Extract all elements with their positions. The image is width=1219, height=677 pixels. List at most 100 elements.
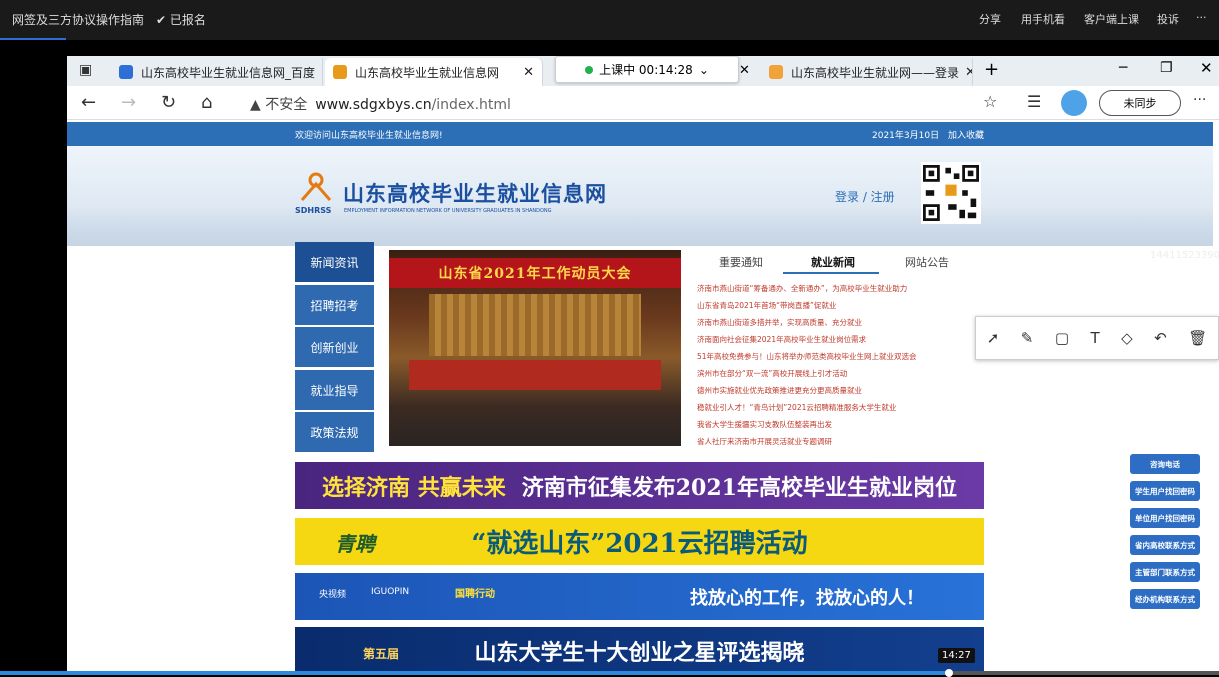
close-icon[interactable]: ✕ (315, 65, 322, 80)
banner-slogan: 选择济南 共赢未来 (322, 474, 506, 501)
news-item[interactable]: 省人社厅来济南市开展灵活就业专题调研 (697, 436, 832, 447)
tab-site-announcement[interactable]: 网站公告 (905, 254, 949, 270)
undo-icon[interactable]: ↶ (1154, 329, 1167, 347)
news-item[interactable]: 济南市燕山街道“筹备通办、全新通办”，为高校毕业生就业助力 (697, 283, 907, 294)
complaint-button[interactable]: 投诉 (1157, 11, 1179, 27)
iguopin-logo: IGUOPIN (371, 587, 410, 597)
tab-sdgxbys[interactable]: 山东高校毕业生就业信息网 ✕ (325, 58, 543, 86)
url-domain: www.sdgxbys.cn (315, 97, 432, 113)
banner-title: “就选山东”2021云招聘活动 (471, 529, 808, 559)
progress-fill (0, 671, 949, 675)
tab-actions-icon[interactable]: ▣ (79, 62, 92, 78)
pen-icon[interactable]: ✎ (1021, 329, 1034, 347)
consult-phone-button[interactable]: 咨询电话 (1130, 454, 1200, 474)
login-register-link[interactable]: 登录 / 注册 (835, 188, 895, 205)
tab-baidu[interactable]: 山东高校毕业生就业信息网_百度 ✕ (111, 58, 323, 86)
shape-icon[interactable]: ▢ (1055, 329, 1069, 347)
tab-important-notice[interactable]: 重要通知 (719, 254, 763, 270)
authority-contact-button[interactable]: 主管部门联系方式 (1130, 562, 1200, 582)
close-window-icon[interactable]: ✕ (1200, 59, 1213, 77)
nav-news[interactable]: 新闻资讯 (295, 242, 374, 282)
agency-contact-button[interactable]: 经办机构联系方式 (1130, 589, 1200, 609)
tab-label: 山东高校毕业生就业信息网 (355, 65, 500, 80)
news-item[interactable]: 济南市燕山街道多措并举，实现高质量、充分就业 (697, 317, 862, 328)
site-logo-en: EMPLOYMENT INFORMATION NETWORK OF UNIVER… (344, 208, 552, 214)
mountain-decoration (67, 206, 1213, 246)
university-contact-button[interactable]: 省内高校联系方式 (1130, 535, 1200, 555)
stage-table (409, 360, 661, 390)
news-item[interactable]: 我省大学生援疆实习支教队伍整装再出发 (697, 419, 832, 430)
nav-recruit[interactable]: 招聘招考 (295, 285, 374, 325)
more-icon[interactable]: ··· (1196, 11, 1207, 24)
maximize-icon[interactable]: ❐ (1160, 60, 1173, 76)
tab-employment-news[interactable]: 就业新闻 (811, 254, 855, 270)
forward-icon: → (121, 92, 137, 113)
eraser-icon[interactable]: ◇ (1121, 329, 1133, 347)
banner-title: 济南市征集发布2021年高校毕业生就业岗位 (521, 474, 957, 501)
playback-time: 14:27 (938, 648, 975, 663)
insecure-label: ▲ 不安全 (250, 97, 308, 113)
sync-button[interactable]: 未同步 (1099, 90, 1181, 116)
extension-icon[interactable] (1061, 90, 1087, 116)
add-favorite-link[interactable]: 加入收藏 (948, 128, 984, 141)
news-item[interactable]: 德州市实施就业优先政策推进更充分更高质量就业 (697, 385, 862, 396)
collections-icon[interactable]: ☰ (1027, 92, 1041, 111)
nav-guidance[interactable]: 就业指导 (295, 370, 374, 410)
close-icon[interactable]: ✕ (739, 63, 750, 78)
progress-bar[interactable] (0, 669, 1219, 677)
new-tab-icon[interactable]: + (984, 59, 999, 80)
banner-cloud-recruit[interactable]: 青聘 “就选山东”2021云招聘活动 (295, 518, 984, 565)
progress-knob[interactable] (945, 669, 953, 677)
stage-curtain (429, 294, 641, 356)
news-item[interactable]: 济南面向社会征集2021年高校毕业生就业岗位需求 (697, 334, 866, 345)
recording-indicator[interactable]: 上课中 00:14:28 ⌄ (555, 56, 739, 83)
news-item[interactable]: 山东省青岛2021年首场“带岗直播”促就业 (697, 300, 836, 311)
favorite-icon[interactable]: ☆ (983, 92, 997, 111)
news-item[interactable]: 稳就业引人才！“青鸟计划”2021云招聘精准服务大学生就业 (697, 402, 896, 413)
site-logo-text: 山东高校毕业生就业信息网 (343, 181, 607, 206)
text-icon[interactable]: T (1090, 329, 1099, 347)
browser-window: ▣ 山东高校毕业生就业信息网_百度 ✕ 山东高校毕业生就业信息网 ✕ ✕ 山东高… (67, 56, 1219, 675)
website: 欢迎访问山东高校毕业生就业信息网! 2021年3月10日 加入收藏 山东高校毕业… (67, 120, 1219, 675)
site-logo-icon (300, 172, 332, 201)
banner-startup-stars[interactable]: 第五届 山东大学生十大创业之星评选揭晓 (295, 627, 984, 675)
minimize-icon[interactable]: ─ (1119, 60, 1127, 76)
tab-login[interactable]: 山东高校毕业生就业网——登录 ✕ (761, 58, 973, 86)
nav-policy[interactable]: 政策法规 (295, 412, 374, 452)
tab-label: 山东高校毕业生就业网——登录 (791, 65, 960, 80)
annotation-toolbar: ➚ ✎ ▢ T ◇ ↶ 🗑 (975, 316, 1219, 360)
site-header: 山东高校毕业生就业信息网 SDHRSS EMPLOYMENT INFORMATI… (67, 146, 1219, 261)
refresh-icon[interactable]: ↻ (161, 92, 176, 113)
active-indicator (0, 38, 66, 40)
cctv-logo: 央视频 (319, 590, 347, 600)
close-icon[interactable]: ✕ (517, 65, 534, 80)
watermark-number: 14411523390 (1150, 250, 1219, 261)
mobile-view-button[interactable]: 用手机看 (1021, 11, 1065, 27)
menu-icon[interactable]: ··· (1193, 92, 1206, 108)
banner-guopin[interactable]: 央视频 IGUOPIN 国聘行动 找放心的工作，找放心的人！ (295, 573, 984, 620)
unit-password-button[interactable]: 单位用户找回密码 (1130, 508, 1200, 528)
news-item[interactable]: 滨州市在部分“双一流”高校开展线上引才活动 (697, 368, 847, 379)
address-bar: ← → ↻ ⌂ ▲ 不安全 www.sdgxbys.cn/index.html ☆… (67, 86, 1219, 120)
recording-dot-icon (585, 65, 594, 74)
client-class-button[interactable]: 客户端上课 (1084, 11, 1139, 27)
home-icon[interactable]: ⌂ (201, 92, 212, 113)
photo-banner: 山东省2021年工作动员大会 (389, 258, 681, 288)
site-logo-icon (769, 65, 783, 79)
pointer-icon[interactable]: ➚ (987, 329, 1000, 347)
course-title: 网签及三方协议操作指南 (12, 13, 145, 27)
trash-icon[interactable]: 🗑 (1188, 329, 1207, 347)
date-text: 2021年3月10日 (872, 131, 940, 141)
url-path: /index.html (431, 97, 511, 113)
news-item[interactable]: 51年高校免费参与！山东将举办师范类高校毕业生网上就业双选会 (697, 351, 917, 362)
url-field[interactable]: ▲ 不安全 www.sdgxbys.cn/index.html (250, 94, 511, 114)
baidu-icon (119, 65, 133, 79)
site-logo-abbr: SDHRSS (295, 206, 332, 215)
nav-innovation[interactable]: 创新创业 (295, 327, 374, 367)
student-password-button[interactable]: 学生用户找回密码 (1130, 481, 1200, 501)
share-button[interactable]: 分享 (979, 11, 1001, 27)
news-photo[interactable]: 山东省2021年工作动员大会 (389, 250, 681, 446)
banner-jinan[interactable]: 选择济南 共赢未来 济南市征集发布2021年高校毕业生就业岗位 (295, 462, 984, 509)
back-icon[interactable]: ← (81, 92, 96, 113)
close-icon[interactable]: ✕ (959, 65, 972, 80)
